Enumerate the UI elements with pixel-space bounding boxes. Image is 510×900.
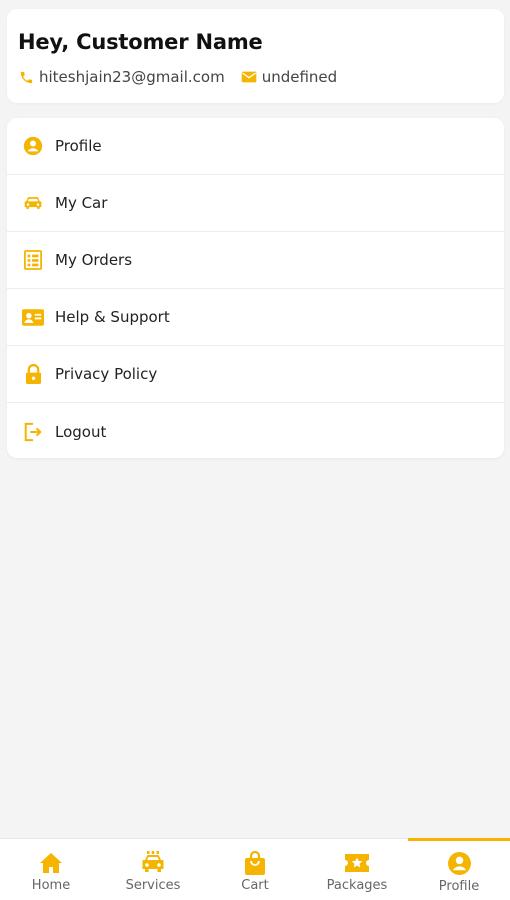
nav-item-home[interactable]: Home [0, 839, 102, 900]
orders-icon [22, 249, 44, 271]
id-card-icon [22, 306, 44, 328]
menu-item-my-car[interactable]: My Car [7, 175, 504, 232]
profile-screen: Hey, Customer Name hiteshjain23@gmail.co… [0, 0, 510, 900]
menu-item-privacy-policy[interactable]: Privacy Policy [7, 346, 504, 403]
home-icon [38, 851, 64, 875]
ticket-icon [344, 851, 370, 875]
shopping-bag-icon [242, 850, 268, 875]
user-header-card: Hey, Customer Name hiteshjain23@gmail.co… [7, 9, 504, 103]
user-email: hiteshjain23@gmail.com [39, 68, 225, 86]
menu-item-label: My Car [55, 194, 108, 212]
bottom-navigation: Home Services Cart Packages Profile [0, 838, 510, 900]
taxi-icon [140, 851, 166, 875]
nav-item-profile[interactable]: Profile [408, 838, 510, 900]
menu-item-label: Privacy Policy [55, 365, 158, 383]
user-secondary-contact: undefined [261, 68, 338, 86]
nav-item-packages[interactable]: Packages [306, 839, 408, 900]
profile-menu: Profile My Car My Orders Help & Support … [7, 118, 504, 458]
car-icon [22, 192, 44, 214]
logout-icon [22, 421, 44, 443]
nav-item-label: Profile [438, 879, 480, 894]
nav-item-services[interactable]: Services [102, 839, 204, 900]
greeting-title: Hey, Customer Name [18, 30, 263, 54]
lock-icon [22, 363, 44, 385]
menu-item-my-orders[interactable]: My Orders [7, 232, 504, 289]
menu-item-profile[interactable]: Profile [7, 118, 504, 175]
menu-item-help-support[interactable]: Help & Support [7, 289, 504, 346]
nav-item-label: Home [31, 878, 71, 893]
menu-item-label: Help & Support [55, 308, 170, 326]
menu-item-label: Profile [55, 137, 102, 155]
nav-item-label: Services [125, 878, 181, 893]
menu-item-label: Logout [55, 422, 107, 441]
nav-item-label: Packages [326, 878, 388, 893]
user-circle-icon [446, 851, 472, 875]
menu-item-label: My Orders [55, 251, 133, 269]
contact-row: hiteshjain23@gmail.com undefined [18, 66, 353, 88]
mail-icon [241, 69, 257, 85]
nav-item-label: Cart [241, 878, 269, 893]
nav-item-cart[interactable]: Cart [204, 839, 306, 900]
user-circle-icon [22, 135, 44, 157]
menu-item-logout[interactable]: Logout [7, 403, 504, 458]
phone-icon [18, 69, 34, 85]
